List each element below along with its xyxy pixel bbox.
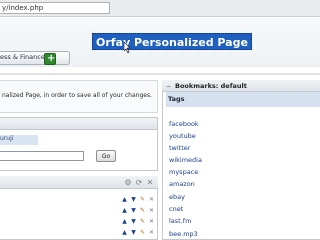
search-input[interactable] xyxy=(0,151,84,161)
bookmark-link[interactable]: youtube xyxy=(169,132,196,140)
move-down-icon[interactable]: ▼ xyxy=(130,207,137,214)
url-text: y/index.php xyxy=(2,4,44,12)
mouse-cursor-icon xyxy=(124,42,131,53)
tags-bar[interactable]: Tags xyxy=(166,92,320,107)
add-tab-button[interactable]: + xyxy=(44,53,56,65)
refresh-icon[interactable]: ⟳ xyxy=(135,179,143,187)
search-engine-tab-label: uruji xyxy=(0,135,14,142)
tags-label: Tags xyxy=(168,95,185,103)
edit-icon[interactable]: ✎ xyxy=(139,229,146,236)
notice-box: nalized Page, in order to save all of yo… xyxy=(0,80,158,113)
divider xyxy=(0,73,320,75)
edit-icon[interactable]: ✎ xyxy=(139,207,146,214)
bookmark-link[interactable]: facebook xyxy=(169,120,199,128)
delete-icon[interactable]: ✕ xyxy=(148,218,155,225)
browser-address-bar: y/index.php xyxy=(0,0,320,17)
delete-icon[interactable]: ✕ xyxy=(148,229,155,236)
edit-icon[interactable]: ✎ xyxy=(139,196,146,203)
close-icon[interactable]: ✕ xyxy=(146,179,154,187)
bookmark-link[interactable]: last.fm xyxy=(169,217,191,225)
bookmark-link[interactable]: cnet xyxy=(169,205,183,213)
bookmark-link[interactable]: amazon xyxy=(169,180,195,188)
delete-icon[interactable]: ✕ xyxy=(148,196,155,203)
move-up-icon[interactable]: ▲ xyxy=(121,218,128,225)
page-title[interactable]: Orfav Personalized Page xyxy=(92,33,252,50)
delete-icon[interactable]: ✕ xyxy=(148,207,155,214)
tab-label: ess & Finance xyxy=(0,53,45,61)
move-down-icon[interactable]: ▼ xyxy=(130,218,137,225)
bookmark-link[interactable]: ebay xyxy=(169,193,185,201)
move-down-icon[interactable]: ▼ xyxy=(130,229,137,236)
collapse-icon[interactable]: − xyxy=(166,83,173,90)
move-up-icon[interactable]: ▲ xyxy=(121,207,128,214)
move-down-icon[interactable]: ▼ xyxy=(130,196,137,203)
bookmark-link[interactable]: myspace xyxy=(169,168,198,176)
bookmarks-title: Bookmarks: default xyxy=(175,82,247,90)
settings-icon[interactable]: ⚙ xyxy=(124,179,132,187)
url-field[interactable]: y/index.php xyxy=(0,2,110,14)
edit-icon[interactable]: ✎ xyxy=(139,218,146,225)
bookmark-link[interactable]: bee.mp3 xyxy=(169,230,198,238)
notice-text: nalized Page, in order to save all of yo… xyxy=(2,92,152,99)
search-engine-tab[interactable]: uruji xyxy=(0,135,38,145)
move-up-icon[interactable]: ▲ xyxy=(121,196,128,203)
bookmark-link[interactable]: wikimedia xyxy=(169,156,202,164)
tab-business-finance[interactable]: ess & Finance xyxy=(0,51,70,65)
search-widget-header[interactable] xyxy=(0,117,158,130)
go-button[interactable]: Go xyxy=(96,150,116,162)
move-up-icon[interactable]: ▲ xyxy=(121,229,128,236)
plus-icon: + xyxy=(47,53,56,64)
bookmark-link[interactable]: twitter xyxy=(169,144,190,152)
